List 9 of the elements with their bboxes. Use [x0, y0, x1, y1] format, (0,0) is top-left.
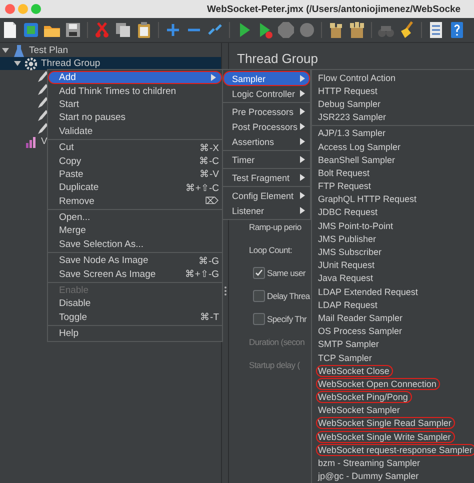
checkbox-label: Same user [267, 268, 306, 278]
field-label: Ramp-up perio [249, 222, 302, 232]
checkbox-label: Delay Threa [267, 290, 310, 300]
checkbox-label: Specify Thr [267, 314, 307, 324]
field-label: Startup delay ( [249, 360, 300, 370]
panel-title: Thread Group [237, 50, 319, 66]
field-label: Duration (secon [249, 336, 305, 346]
field-label: Loop Count: [249, 244, 292, 254]
window-title: WebSocket-Peter.jmx (/Users/antoniojimenez/WebSocke [207, 4, 461, 14]
